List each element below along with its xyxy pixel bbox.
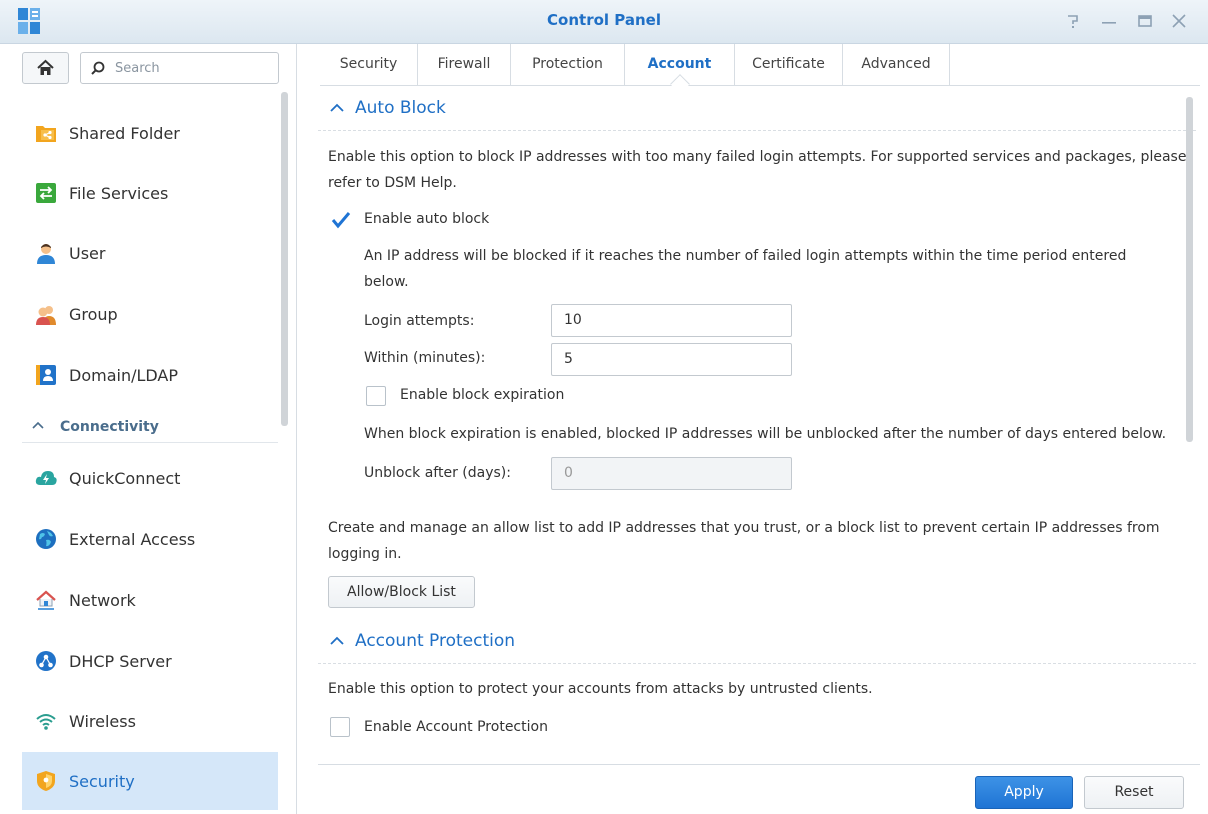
sidebar-item-network[interactable]: Network: [22, 571, 278, 629]
sidebar-scrollbar[interactable]: [281, 92, 288, 426]
sidebar-item-label: Network: [69, 590, 136, 610]
wireless-icon: [36, 714, 56, 730]
main-content: Auto Block Enable this option to block I…: [318, 87, 1198, 763]
chevron-up-icon: [32, 419, 44, 434]
section-title: Account Protection: [355, 631, 516, 651]
search-box[interactable]: [80, 52, 279, 84]
search-input[interactable]: [115, 57, 273, 79]
user-icon: [37, 244, 55, 264]
domain-ldap-icon: [36, 365, 56, 385]
reset-button[interactable]: Reset: [1084, 776, 1184, 809]
within-minutes-label: Within (minutes):: [364, 350, 486, 366]
tab-advanced[interactable]: Advanced: [843, 44, 950, 85]
sidebar-item-user[interactable]: User: [22, 224, 278, 282]
auto-block-section-header[interactable]: Auto Block: [318, 87, 1196, 131]
unblock-after-input[interactable]: 0: [551, 457, 792, 490]
title-bar: Control Panel: [0, 0, 1208, 44]
help-icon[interactable]: [1062, 10, 1084, 32]
dhcp-server-icon: [36, 651, 56, 671]
sidebar-item-file-services[interactable]: File Services: [22, 164, 278, 222]
tab-firewall[interactable]: Firewall: [418, 44, 511, 85]
sidebar-item-label: DHCP Server: [69, 651, 172, 671]
account-protection-description: Enable this option to protect your accou…: [328, 681, 873, 697]
tab-security[interactable]: Security: [320, 44, 418, 85]
connectivity-section-header[interactable]: Connectivity: [22, 415, 278, 443]
sidebar: — — — — — — Shared Folder File Services …: [0, 44, 297, 814]
enable-account-protection-checkbox[interactable]: [330, 717, 350, 737]
checkmark-icon: [331, 212, 351, 229]
home-button[interactable]: [22, 52, 69, 84]
sidebar-item-label: Domain/LDAP: [69, 365, 179, 385]
sidebar-item-label: External Access: [69, 529, 196, 549]
allow-block-note: Create and manage an allow list to add I…: [328, 520, 1160, 562]
security-icon: [37, 771, 55, 791]
section-header-label: Connectivity: [60, 419, 159, 435]
login-attempts-label: Login attempts:: [364, 313, 475, 329]
enable-account-protection-label: Enable Account Protection: [364, 719, 548, 735]
shared-folder-icon: [36, 126, 56, 142]
tab-certificate[interactable]: Certificate: [735, 44, 843, 85]
sidebar-item-label: Group: [69, 304, 118, 324]
enable-block-expiration-label: Enable block expiration: [400, 387, 565, 403]
quickconnect-icon: [35, 471, 57, 485]
enable-auto-block-checkbox[interactable]: [330, 209, 351, 229]
close-icon[interactable]: [1168, 10, 1190, 32]
auto-block-description: Enable this option to block IP addresses…: [328, 149, 1187, 191]
enable-auto-block-label: Enable auto block: [364, 211, 490, 227]
tab-protection[interactable]: Protection: [511, 44, 625, 85]
sidebar-item-label: Shared Folder: [69, 123, 180, 143]
sidebar-item-dhcp-server[interactable]: DHCP Server: [22, 632, 278, 690]
allow-block-list-button[interactable]: Allow/Block List: [328, 576, 475, 608]
tab-bar: Security Firewall Protection Account Cer…: [320, 44, 1200, 94]
threshold-note: An IP address will be blocked if it reac…: [364, 248, 1127, 290]
sidebar-item-group[interactable]: Group: [22, 285, 278, 343]
sidebar-item-external-access[interactable]: External Access: [22, 510, 278, 568]
chevron-up-icon: [330, 101, 344, 119]
unblock-after-label: Unblock after (days):: [364, 465, 511, 481]
cut-off-section-header: — — — — — —: [22, 90, 278, 104]
sidebar-item-security[interactable]: Security: [22, 752, 278, 810]
within-minutes-input[interactable]: 5: [551, 343, 792, 376]
content-scrollbar[interactable]: [1186, 97, 1193, 442]
sidebar-item-quickconnect[interactable]: QuickConnect: [22, 449, 278, 507]
search-icon: [91, 61, 105, 75]
section-title: Auto Block: [355, 98, 446, 118]
chevron-up-icon: [330, 634, 344, 652]
sidebar-item-wireless[interactable]: Wireless: [22, 692, 278, 750]
sidebar-item-domain-ldap[interactable]: Domain/LDAP: [22, 346, 278, 404]
sidebar-item-label: User: [69, 243, 106, 263]
file-services-icon: [36, 183, 56, 203]
account-protection-section-header[interactable]: Account Protection: [318, 620, 1196, 664]
external-access-icon: [36, 529, 56, 549]
sidebar-item-label: File Services: [69, 183, 169, 203]
apply-button[interactable]: Apply: [975, 776, 1073, 809]
sidebar-item-label: Security: [69, 771, 135, 791]
sidebar-item-label: Wireless: [69, 711, 136, 731]
login-attempts-input[interactable]: 10: [551, 304, 792, 337]
minimize-icon[interactable]: [1098, 10, 1120, 32]
sidebar-item-label: QuickConnect: [69, 468, 181, 488]
group-icon: [36, 306, 56, 325]
maximize-icon[interactable]: [1134, 10, 1156, 32]
enable-block-expiration-checkbox[interactable]: [366, 386, 386, 406]
home-icon: [37, 59, 54, 75]
expiration-note: When block expiration is enabled, blocke…: [364, 426, 1167, 442]
network-icon: [36, 590, 56, 610]
window-title: Control Panel: [547, 11, 661, 29]
footer-bar: Apply Reset: [318, 764, 1200, 814]
sidebar-item-shared-folder[interactable]: Shared Folder: [22, 104, 278, 162]
